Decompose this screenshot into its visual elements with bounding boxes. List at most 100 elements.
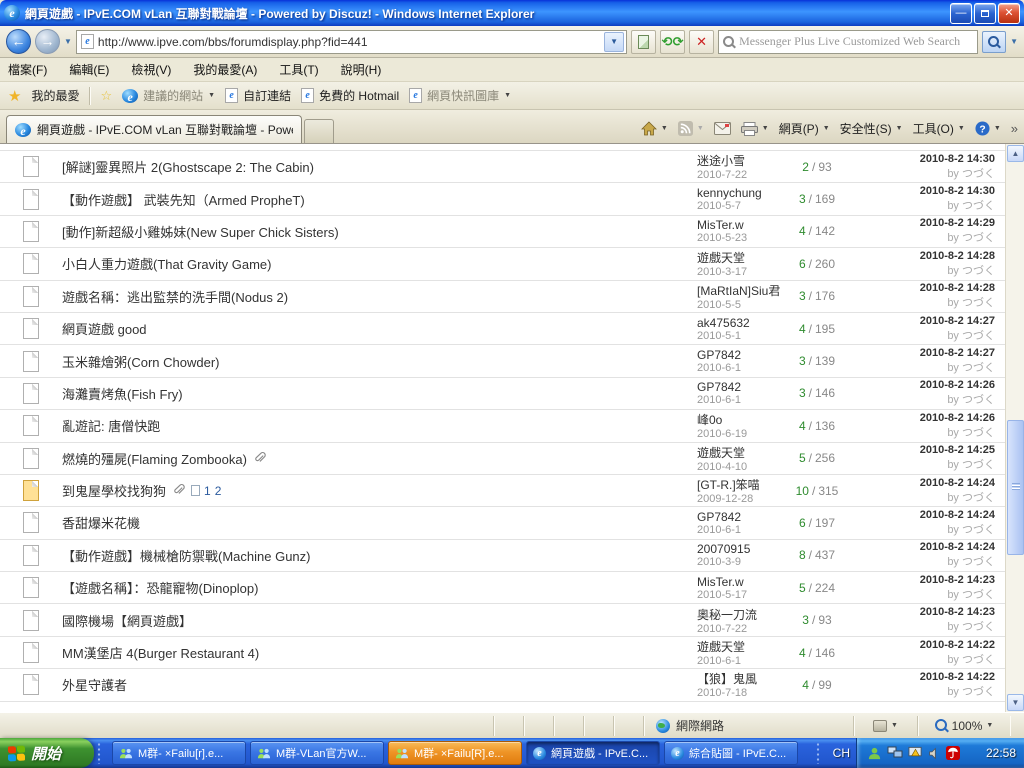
thread-title-link[interactable]: 外星守護者 — [62, 675, 127, 694]
last-post-date-link[interactable]: 2010-8-2 14:22 — [853, 671, 995, 683]
last-post-date-link[interactable]: 2010-8-2 14:26 — [853, 412, 995, 424]
zoom-control[interactable]: 100% ▼ — [918, 716, 1010, 736]
thread-title-link[interactable]: 【動作遊戲】 武裝先知（Armed PropheT) — [62, 190, 305, 209]
antivirus-icon[interactable] — [946, 746, 960, 760]
thread-title-link[interactable]: 到鬼屋學校找狗狗 — [62, 481, 166, 500]
thread-title-link[interactable]: 海灘賣烤魚(Fish Fry) — [62, 384, 183, 403]
feeds-button[interactable]: ▼ — [678, 121, 704, 136]
last-post-date-link[interactable]: 2010-8-2 14:26 — [853, 379, 995, 391]
last-poster-link[interactable]: つづく — [962, 621, 995, 633]
task-button[interactable]: M群- ×Failu[r].e... — [112, 741, 246, 765]
close-button[interactable]: ✕ — [998, 3, 1020, 24]
safety-menu-button[interactable]: 安全性(S)▼ — [840, 120, 903, 137]
language-indicator[interactable]: CH — [827, 746, 856, 760]
thread-title-link[interactable]: 遊戲名稱：逃出監禁的洗手間(Nodus 2) — [62, 287, 288, 306]
thread-author-link[interactable]: 遊戲天堂 — [697, 249, 781, 266]
menu-edit[interactable]: 編輯(E) — [69, 61, 109, 78]
thread-title-link[interactable]: 玉米雜燴粥(Corn Chowder) — [62, 352, 219, 371]
forward-button[interactable]: → — [35, 29, 60, 54]
task-button[interactable]: 綜合貼圖 - IPvE.C... — [664, 741, 798, 765]
restore-button[interactable] — [974, 3, 996, 24]
tab-forum-page[interactable]: 網頁遊戲 - IPvE.COM vLan 互聯對戰論壇 - Powere... — [6, 115, 302, 143]
thread-title-link[interactable]: 【遊戲名稱】：恐龍寵物(Dinoplop) — [62, 578, 258, 597]
last-post-date-link[interactable]: 2010-8-2 14:28 — [853, 250, 995, 262]
help-button[interactable]: ? ▼ — [975, 121, 1001, 136]
thread-title-link[interactable]: 亂遊記: 唐僧快跑 — [62, 416, 160, 435]
task-button[interactable]: M群- ×Failu[R].e... — [388, 741, 522, 765]
volume-icon[interactable] — [928, 747, 941, 760]
taskbar-clock[interactable]: 22:58 — [986, 746, 1016, 760]
thread-title-link[interactable]: MM漢堡店 4(Burger Restaurant 4) — [62, 643, 259, 662]
vertical-scrollbar[interactable]: ▲ ▼ — [1005, 144, 1024, 712]
menu-help[interactable]: 說明(H) — [341, 61, 382, 78]
last-poster-link[interactable]: つづく — [962, 362, 995, 374]
thread-author-link[interactable]: kennychung — [697, 186, 781, 200]
thread-author-link[interactable]: GP7842 — [697, 348, 781, 362]
last-poster-link[interactable]: つづく — [962, 589, 995, 601]
url-input[interactable] — [98, 35, 600, 49]
search-go-button[interactable] — [982, 31, 1006, 53]
thread-title-link[interactable]: 【動作遊戲】機械槍防禦戰(Machine Gunz) — [62, 546, 310, 565]
messenger-status-icon[interactable] — [867, 746, 882, 761]
thread-author-link[interactable]: 峰0o — [697, 411, 781, 428]
last-post-date-link[interactable]: 2010-8-2 14:27 — [853, 315, 995, 327]
task-button[interactable]: M群-VLan官方W... — [250, 741, 384, 765]
compatibility-view-button[interactable] — [631, 30, 656, 54]
address-bar[interactable]: ▼ — [76, 30, 627, 54]
menu-file[interactable]: 檔案(F) — [8, 61, 47, 78]
last-post-date-link[interactable]: 2010-8-2 14:25 — [853, 444, 995, 456]
menu-tools[interactable]: 工具(T) — [279, 61, 318, 78]
search-input[interactable] — [739, 34, 973, 49]
network-icon[interactable] — [887, 746, 903, 760]
thread-title-link[interactable]: 燃燒的殭屍(Flaming Zombooka) — [62, 449, 247, 468]
stop-button[interactable]: ✕ — [689, 30, 714, 54]
menu-view[interactable]: 檢視(V) — [131, 61, 171, 78]
thread-author-link[interactable]: MisTer.w — [697, 575, 781, 589]
search-dropdown-icon[interactable]: ▼ — [1010, 37, 1018, 46]
last-post-date-link[interactable]: 2010-8-2 14:24 — [853, 477, 995, 489]
thread-title-link[interactable]: [解謎]靈異照片 2(Ghostscape 2: The Cabin) — [62, 157, 314, 176]
thread-author-link[interactable]: 遊戲天堂 — [697, 444, 781, 461]
new-tab-button[interactable] — [304, 119, 334, 143]
last-post-date-link[interactable]: 2010-8-2 14:30 — [853, 153, 995, 165]
last-post-date-link[interactable]: 2010-8-2 14:23 — [853, 574, 995, 586]
last-poster-link[interactable]: つづく — [962, 459, 995, 471]
last-post-date-link[interactable]: 2010-8-2 14:28 — [853, 282, 995, 294]
thread-author-link[interactable]: GP7842 — [697, 380, 781, 394]
print-button[interactable]: ▼ — [741, 122, 769, 136]
task-button[interactable]: 網頁遊戲 - IPvE.C... — [526, 741, 660, 765]
last-poster-link[interactable]: つづく — [962, 232, 995, 244]
thread-author-link[interactable]: [MaRtIaN]Siu君 — [697, 282, 781, 299]
read-mail-button[interactable] — [714, 122, 731, 135]
add-favorite-icon[interactable]: ☆ — [100, 88, 112, 104]
search-box[interactable] — [718, 30, 978, 54]
last-poster-link[interactable]: つづく — [962, 654, 995, 666]
last-poster-link[interactable]: つづく — [962, 394, 995, 406]
thread-author-link[interactable]: GP7842 — [697, 510, 781, 524]
last-poster-link[interactable]: つづく — [962, 265, 995, 277]
thread-title-link[interactable]: [動作]新超級小雞姊妹(New Super Chick Sisters) — [62, 222, 339, 241]
favbar-link-web-slices[interactable]: 網頁快訊圖庫 ▼ — [409, 87, 511, 104]
thread-title-link[interactable]: 國際機場【網頁遊戲】 — [62, 611, 192, 630]
last-post-date-link[interactable]: 2010-8-2 14:24 — [853, 509, 995, 521]
last-poster-link[interactable]: つづく — [962, 168, 995, 180]
scroll-up-button[interactable]: ▲ — [1007, 145, 1024, 162]
thread-author-link[interactable]: 迷途小雪 — [697, 152, 781, 169]
start-button[interactable]: 開始 — [0, 738, 94, 768]
scrollbar-thumb[interactable] — [1007, 420, 1024, 555]
page-menu-button[interactable]: 網頁(P)▼ — [779, 120, 830, 137]
thread-title-link[interactable]: 香甜爆米花機 — [62, 513, 140, 532]
last-poster-link[interactable]: つづく — [962, 330, 995, 342]
last-poster-link[interactable]: つづく — [962, 427, 995, 439]
tools-menu-button[interactable]: 工具(O)▼ — [913, 120, 965, 137]
menu-favorites[interactable]: 我的最愛(A) — [193, 61, 257, 78]
last-poster-link[interactable]: つづく — [962, 492, 995, 504]
address-dropdown-button[interactable]: ▼ — [604, 32, 624, 52]
thread-author-link[interactable]: 奧秘一刀流 — [697, 606, 781, 623]
home-button[interactable]: ▼ — [641, 121, 668, 136]
favbar-link-hotmail[interactable]: 免費的 Hotmail — [301, 87, 399, 104]
last-poster-link[interactable]: つづく — [962, 686, 995, 698]
page-link[interactable]: 2 — [215, 484, 222, 498]
back-button[interactable]: ← — [6, 29, 31, 54]
display-warning-icon[interactable] — [908, 746, 923, 760]
